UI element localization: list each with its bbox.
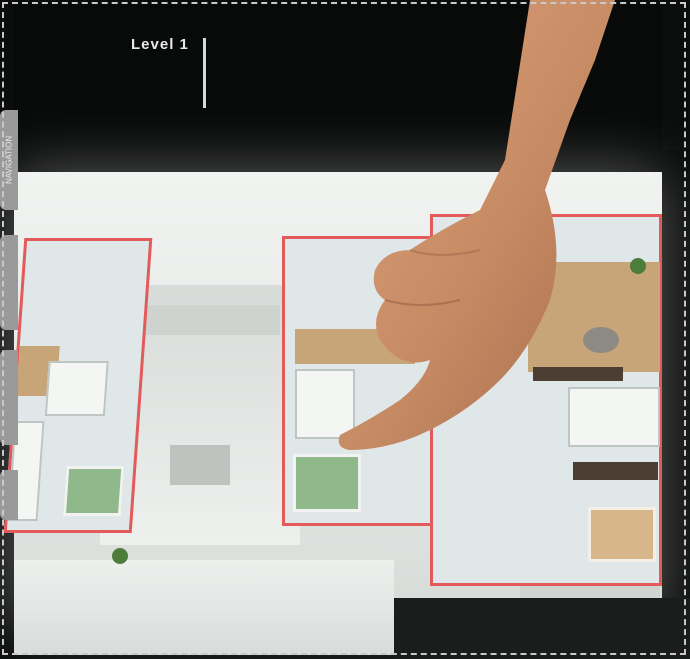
tab-4[interactable] [0,470,18,520]
apartment-plan-left[interactable] [3,238,153,533]
pointing-hand-icon [338,0,615,450]
bed [588,507,656,562]
table-surface-bottom [14,560,394,655]
plant [630,258,646,274]
room [44,361,109,416]
level-label: Level 1 [131,36,189,53]
photo-stage: Level 1 NAVIGATION [0,0,690,659]
floor-strip [394,598,690,659]
tab-navigation[interactable]: NAVIGATION [0,110,18,210]
level-slider[interactable] [203,38,206,108]
stair-step [170,445,230,485]
side-tab-strip: NAVIGATION [0,110,20,530]
dark-backdrop-right [662,150,690,659]
plant [112,548,128,564]
tab-2[interactable] [0,235,18,330]
tab-3[interactable] [0,350,18,445]
bed [62,466,125,516]
